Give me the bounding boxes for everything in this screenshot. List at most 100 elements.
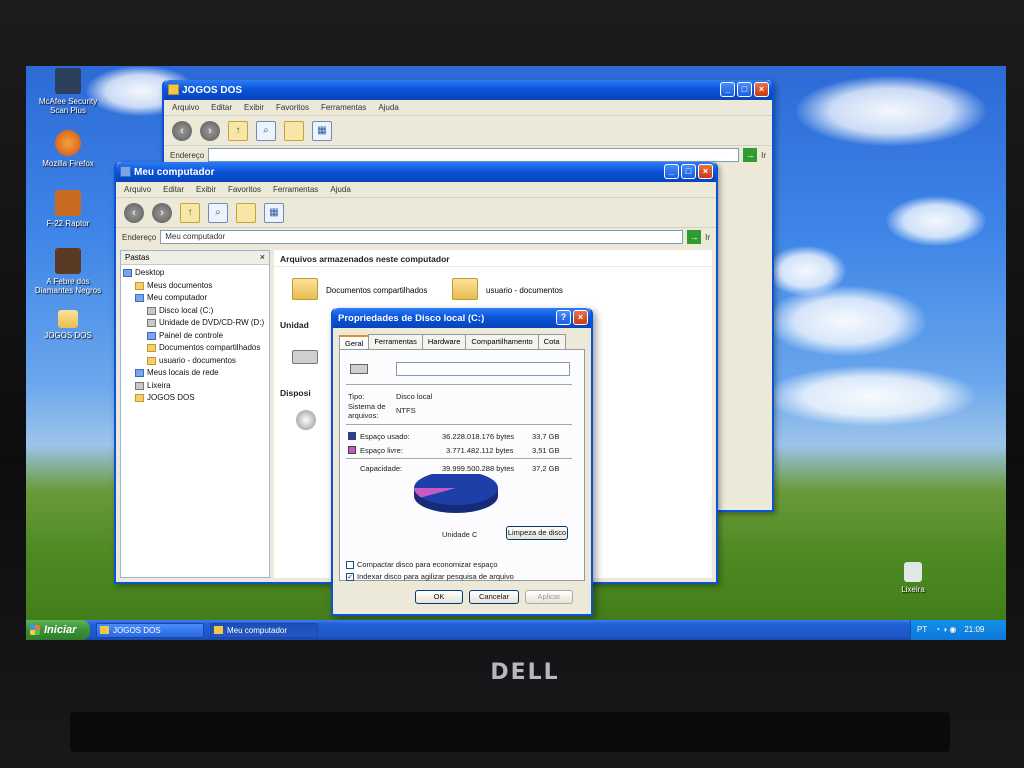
tree-item[interactable]: Meu computador <box>123 292 267 305</box>
close-button[interactable]: × <box>754 82 769 97</box>
dialog-titlebar[interactable]: Propriedades de Disco local (C:) ? × <box>333 308 591 328</box>
forward-icon[interactable]: › <box>200 120 220 141</box>
menu-favoritos[interactable]: Favoritos <box>228 185 261 194</box>
menu-ajuda[interactable]: Ajuda <box>330 185 350 194</box>
menu-ajuda[interactable]: Ajuda <box>378 103 398 112</box>
views-icon[interactable]: ▦ <box>312 120 332 141</box>
ok-button[interactable]: OK <box>415 590 463 604</box>
control-panel-icon <box>147 331 156 340</box>
go-icon[interactable]: → <box>743 148 758 162</box>
desktop-icon-jogos[interactable]: JOGOS DOS <box>30 310 106 340</box>
item-user-documents[interactable]: usuario - documentos <box>486 286 563 295</box>
tab-geral[interactable]: Geral <box>339 335 370 350</box>
go-icon[interactable]: → <box>687 230 702 244</box>
menu-editar[interactable]: Editar <box>211 103 232 112</box>
free-bytes: 3.771.482.112 bytes <box>446 446 514 455</box>
minimize-button[interactable]: _ <box>720 82 735 97</box>
tree-item[interactable]: Meus documentos <box>123 280 267 293</box>
folders-icon[interactable] <box>236 202 256 223</box>
cd-drive-icon[interactable] <box>296 410 316 430</box>
address-input[interactable] <box>208 148 740 162</box>
up-folder-icon[interactable]: ↑ <box>228 120 248 141</box>
desktop-icon-febre[interactable]: A Febre dos Diamantes Negros <box>30 248 106 295</box>
close-button[interactable]: × <box>698 164 713 179</box>
close-button[interactable]: × <box>573 310 588 325</box>
views-icon[interactable]: ▦ <box>264 202 284 223</box>
disk-icon <box>147 306 156 315</box>
address-input[interactable]: Meu computador <box>160 230 684 244</box>
menu-favoritos[interactable]: Favoritos <box>276 103 309 112</box>
tree-item[interactable]: Unidade de DVD/CD-RW (D:) <box>123 317 267 330</box>
start-button[interactable]: Iniciar <box>26 620 90 640</box>
tree-item[interactable]: JOGOS DOS <box>123 392 267 405</box>
tree-item[interactable]: usuario - documentos <box>123 355 267 368</box>
go-label[interactable]: Ir <box>761 151 766 160</box>
minimize-button[interactable]: _ <box>664 164 679 179</box>
compress-checkbox[interactable] <box>346 560 354 569</box>
free-swatch <box>348 446 356 454</box>
windows-logo-icon <box>30 625 40 635</box>
tree-item[interactable]: Lixeira <box>123 380 267 393</box>
forward-icon[interactable]: › <box>152 202 172 223</box>
menu-exibir[interactable]: Exibir <box>244 103 264 112</box>
cloud <box>886 196 986 246</box>
item-shared-documents[interactable]: Documentos compartilhados <box>326 286 427 295</box>
compress-checkbox-row[interactable]: Compactar disco para economizar espaço <box>346 560 498 569</box>
tree-item[interactable]: Disco local (C:) <box>123 305 267 318</box>
recycle-bin-icon <box>904 562 922 582</box>
back-icon[interactable]: ‹ <box>172 120 192 141</box>
menu-ferramentas[interactable]: Ferramentas <box>321 103 366 112</box>
desktop-icon-lixeira[interactable]: Lixeira <box>878 562 948 594</box>
folders-icon[interactable] <box>284 120 304 141</box>
tree-item[interactable]: Desktop <box>123 267 267 280</box>
language-indicator[interactable]: PT <box>917 620 927 640</box>
tab-compartilhamento[interactable]: Compartilhamento <box>465 334 539 349</box>
index-checkbox[interactable]: ✓ <box>346 572 354 581</box>
index-checkbox-row[interactable]: ✓ Indexar disco para agilizar pesquisa d… <box>346 572 514 581</box>
close-pane-button[interactable]: × <box>260 252 265 262</box>
section-removable: Disposi <box>280 388 311 398</box>
maximize-button[interactable]: □ <box>737 82 752 97</box>
tree-item[interactable]: Documentos compartilhados <box>123 342 267 355</box>
desktop-icon-f22[interactable]: F-22 Raptor <box>30 190 106 228</box>
tab-ferramentas[interactable]: Ferramentas <box>368 334 423 349</box>
menu-arquivo[interactable]: Arquivo <box>124 185 151 194</box>
maximize-button[interactable]: □ <box>681 164 696 179</box>
laptop-hinge <box>70 712 950 752</box>
search-icon[interactable]: ⌕ <box>256 120 276 141</box>
disk-icon[interactable] <box>292 350 318 364</box>
apply-button[interactable]: Aplicar <box>525 590 573 604</box>
mcafee-icon <box>55 68 81 94</box>
desktop-icon-firefox[interactable]: Mozilla Firefox <box>30 130 106 168</box>
menu-ferramentas[interactable]: Ferramentas <box>273 185 318 194</box>
address-bar: Endereço Meu computador → Ir <box>116 228 716 246</box>
folder-tree: Desktop Meus documentos Meu computador Disc… <box>121 265 269 407</box>
cancel-button[interactable]: Cancelar <box>469 590 519 604</box>
up-folder-icon[interactable]: ↑ <box>180 202 200 223</box>
dell-logo: DELL <box>490 660 560 685</box>
menu-arquivo[interactable]: Arquivo <box>172 103 199 112</box>
firefox-icon <box>55 130 81 156</box>
folder-icon <box>58 310 78 328</box>
help-button[interactable]: ? <box>556 310 571 325</box>
desktop-icon-mcafee[interactable]: McAfee Security Scan Plus <box>30 68 106 115</box>
taskbar-item-meu-computador[interactable]: Meu computador <box>210 622 318 638</box>
back-icon[interactable]: ‹ <box>124 202 144 223</box>
menu-exibir[interactable]: Exibir <box>196 185 216 194</box>
tab-hardware[interactable]: Hardware <box>421 334 467 349</box>
menu-editar[interactable]: Editar <box>163 185 184 194</box>
tab-cota[interactable]: Cota <box>537 334 566 349</box>
volume-name-input[interactable] <box>396 362 570 376</box>
divider <box>346 384 572 385</box>
tray-icons[interactable]: ◔ ◑ ◉ <box>935 620 956 640</box>
taskbar-item-jogos-dos[interactable]: JOGOS DOS <box>96 622 204 638</box>
window-titlebar[interactable]: Meu computador _ □ × <box>116 162 716 182</box>
tree-item[interactable]: Meus locais de rede <box>123 367 267 380</box>
toolbar: ‹ › ↑ ⌕ ▦ <box>164 116 772 146</box>
disk-cleanup-button[interactable]: Limpeza de disco <box>506 526 568 540</box>
free-gb: 3,51 GB <box>532 446 560 455</box>
search-icon[interactable]: ⌕ <box>208 202 228 223</box>
tree-item[interactable]: Painel de controle <box>123 330 267 343</box>
window-titlebar[interactable]: JOGOS DOS _ □ × <box>164 80 772 100</box>
go-label[interactable]: Ir <box>705 233 710 242</box>
